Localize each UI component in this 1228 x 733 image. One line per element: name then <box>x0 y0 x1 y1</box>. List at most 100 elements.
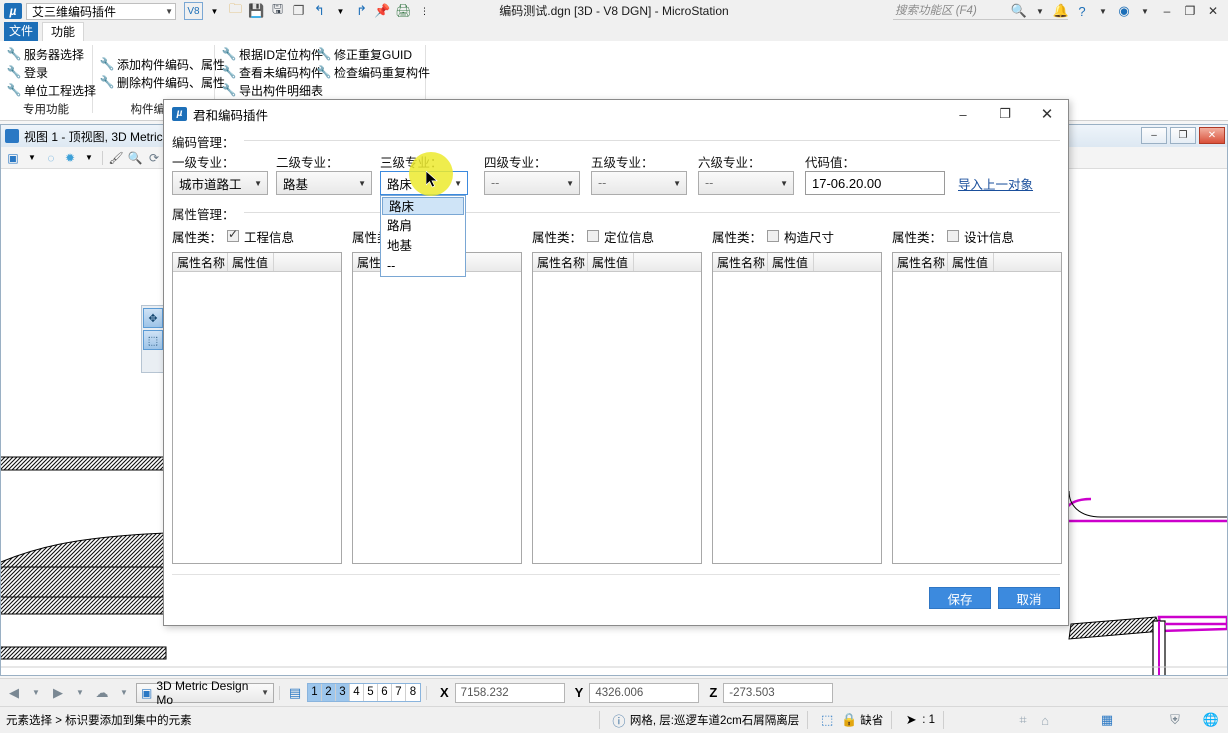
chevron-down-icon[interactable]: ▼ <box>331 2 350 20</box>
attribute-table[interactable]: 属性名称 属性值 <box>352 252 522 564</box>
level-8[interactable]: 8 <box>406 684 420 701</box>
print-icon[interactable]: 🖨 <box>394 2 413 20</box>
attribute-class-checkbox[interactable] <box>227 230 239 242</box>
chevron-down-icon[interactable]: ▼ <box>70 683 90 703</box>
code-value-input[interactable]: 17-06.20.00 <box>805 171 945 195</box>
chevron-down-icon[interactable]: ▼ <box>114 683 134 703</box>
ribbon-item-locate-by-id[interactable]: 🔧 根据ID定位构件 <box>221 45 323 63</box>
tab-file[interactable]: 文件 <box>4 22 38 41</box>
dialog-maximize-button[interactable]: ❐ <box>984 100 1026 128</box>
ribbon-item-delete-code[interactable]: 🔧 删除构件编码、属性 <box>99 73 225 91</box>
attribute-class-checkbox[interactable] <box>947 230 959 242</box>
chevron-down-icon[interactable]: ▼ <box>1030 1 1050 21</box>
coord-input-z[interactable]: -273.503 <box>723 683 833 703</box>
dialog-minimize-button[interactable]: – <box>942 100 984 128</box>
ribbon-item-server-select[interactable]: 🔧 服务器选择 <box>6 45 96 63</box>
combo-level4[interactable]: -- ▼ <box>484 171 580 195</box>
models-icon[interactable]: ☁ <box>92 683 112 703</box>
attribute-table[interactable]: 属性名称 属性值 <box>892 252 1062 564</box>
level-6[interactable]: 6 <box>378 684 392 701</box>
search-icon[interactable]: 🔍 <box>1009 1 1029 21</box>
attribute-class-checkbox[interactable] <box>587 230 599 242</box>
dialog-close-button[interactable]: ✕ <box>1026 100 1068 128</box>
level-display-icon[interactable]: ▤ <box>285 683 305 703</box>
level-2[interactable]: 2 <box>322 684 336 701</box>
shield-icon[interactable]: ⛨ <box>1164 710 1186 730</box>
copy-icon[interactable]: ❐ <box>289 2 308 20</box>
ribbon-item-check-duplicate-code[interactable]: 🔧 检查编码重复构件 <box>316 63 430 81</box>
clip-icon[interactable]: ⌗ <box>1012 710 1034 730</box>
combo-level6[interactable]: -- ▼ <box>698 171 794 195</box>
lock-icon[interactable]: 🔒 <box>838 710 860 730</box>
save-button[interactable]: 保存 <box>929 587 991 609</box>
chevron-down-icon[interactable]: ▼ <box>80 149 98 167</box>
dropdown-option-0[interactable]: 路床 <box>382 197 464 215</box>
combo-level2[interactable]: 路基 ▼ <box>276 171 372 195</box>
level-4[interactable]: 4 <box>350 684 364 701</box>
bell-icon[interactable]: 🔔 <box>1051 1 1071 21</box>
help-icon[interactable]: ? <box>1072 1 1092 21</box>
view-minimize-button[interactable]: – <box>1141 127 1167 144</box>
coord-input-y[interactable]: 4326.006 <box>589 683 699 703</box>
cancel-button[interactable]: 取消 <box>998 587 1060 609</box>
view-attributes-icon[interactable]: ▣ <box>4 149 22 167</box>
view-restore-button[interactable]: ❐ <box>1170 127 1196 144</box>
redo-icon[interactable]: ↱ <box>352 2 371 20</box>
attribute-table[interactable]: 属性名称 属性值 <box>532 252 702 564</box>
level-1[interactable]: 1 <box>308 684 322 701</box>
chevron-down-icon[interactable]: ▼ <box>1135 1 1155 21</box>
window-minimize-button[interactable]: – <box>1156 1 1178 21</box>
attribute-class-checkbox[interactable] <box>767 230 779 242</box>
globe-icon[interactable]: 🌐 <box>1200 710 1222 730</box>
ribbon-item-login[interactable]: 🔧 登录 <box>6 63 96 81</box>
key-in-icon[interactable]: ▦ <box>1096 710 1118 730</box>
import-previous-object-link[interactable]: 导入上一对象 <box>958 174 1033 193</box>
clip-volume-icon[interactable]: ◌ <box>42 149 60 167</box>
ribbon-item-add-code[interactable]: 🔧 添加构件编码、属性 <box>99 55 225 73</box>
ribbon-item-fix-duplicate-guid[interactable]: 🔧 修正重复GUID <box>316 45 430 63</box>
save-icon[interactable]: 💾 <box>247 2 266 20</box>
undo-icon[interactable]: ↰ <box>310 2 329 20</box>
open-folder-icon[interactable]: 🗀 <box>226 2 245 20</box>
pin-icon[interactable]: 📌 <box>373 2 392 20</box>
chevron-down-icon[interactable]: ▼ <box>205 2 224 20</box>
level-7[interactable]: 7 <box>392 684 406 701</box>
attribute-table[interactable]: 属性名称 属性值 <box>712 252 882 564</box>
account-icon[interactable]: ◉ <box>1114 1 1134 21</box>
level-selector[interactable]: 1 2 3 4 5 6 7 8 <box>307 683 421 702</box>
level-5[interactable]: 5 <box>364 684 378 701</box>
level-3[interactable]: 3 <box>336 684 350 701</box>
move-element-icon[interactable]: ✥ <box>143 308 163 328</box>
ribbon-item-export-list[interactable]: 🔧 导出构件明细表 <box>221 81 323 99</box>
tab-function[interactable]: 功能 <box>42 22 84 41</box>
zoom-in-icon[interactable]: 🔍 <box>126 149 144 167</box>
v8-format-icon[interactable]: V8 <box>184 2 203 20</box>
back-icon[interactable]: ◀ <box>4 683 24 703</box>
ribbon-item-unit-project-select[interactable]: 🔧 单位工程选择 <box>6 81 96 99</box>
dropdown-option-3[interactable]: -- <box>381 256 465 276</box>
forward-icon[interactable]: ▶ <box>48 683 68 703</box>
quick-access-combo[interactable]: 艾三维编码插件 ▼ <box>26 3 176 20</box>
window-restore-button[interactable]: ❐ <box>1179 1 1201 21</box>
ribbon-item-view-uncoded[interactable]: 🔧 查看未编码构件 <box>221 63 323 81</box>
overflow-icon[interactable]: ⋮ <box>415 2 434 20</box>
info-icon[interactable]: ⓘ <box>608 710 630 730</box>
chevron-down-icon[interactable]: ▼ <box>26 683 46 703</box>
level3-dropdown-list[interactable]: 路床 路肩 地基 -- <box>380 195 466 277</box>
combo-level1[interactable]: 城市道路工 ▼ <box>172 171 268 195</box>
view-close-button[interactable]: ✕ <box>1199 127 1225 144</box>
attribute-table[interactable]: 属性名称 属性值 <box>172 252 342 564</box>
chevron-down-icon[interactable]: ▼ <box>1093 1 1113 21</box>
dropdown-option-1[interactable]: 路肩 <box>381 216 465 236</box>
active-model-combo[interactable]: ▣ 3D Metric Design Mo ▼ <box>136 683 274 703</box>
chevron-down-icon[interactable]: ▼ <box>23 149 41 167</box>
render-icon[interactable]: 🖌 <box>107 149 125 167</box>
update-icon[interactable]: ⟳ <box>145 149 163 167</box>
combo-level5[interactable]: -- ▼ <box>591 171 687 195</box>
display-style-icon[interactable]: ✹ <box>61 149 79 167</box>
window-close-button[interactable]: ✕ <box>1202 1 1224 21</box>
snap-mode-icon[interactable]: ⬚ <box>816 710 838 730</box>
coord-input-x[interactable]: 7158.232 <box>455 683 565 703</box>
home-icon[interactable]: ⌂ <box>1034 710 1056 730</box>
dropdown-option-2[interactable]: 地基 <box>381 236 465 256</box>
